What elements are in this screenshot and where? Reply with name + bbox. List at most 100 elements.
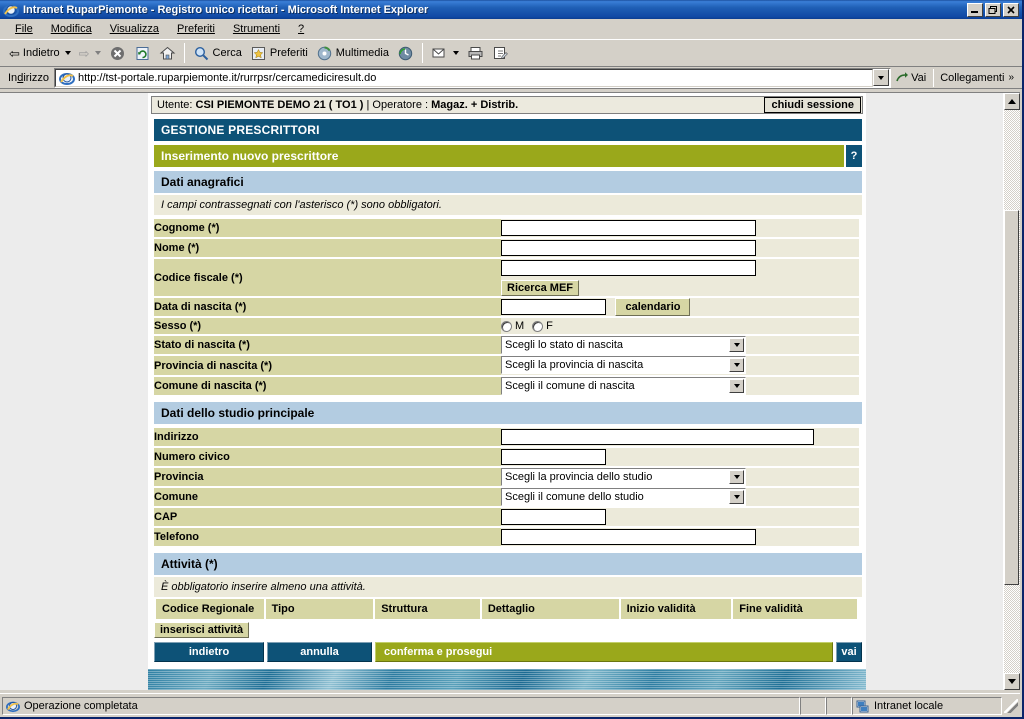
media-button[interactable]: Multimedia — [312, 43, 393, 64]
stop-button[interactable] — [105, 43, 130, 64]
browser-client-area: Utente: CSI PIEMONTE DEMO 21 ( TO1 ) | O… — [0, 92, 1020, 690]
print-icon — [467, 45, 484, 62]
ricerca-mef-button[interactable]: Ricerca MEF — [501, 280, 580, 296]
vai-button[interactable]: vai — [836, 642, 862, 663]
minimize-button[interactable] — [967, 2, 983, 17]
address-label: Indirizzo — [8, 71, 49, 84]
status-message: Operazione completata — [24, 699, 138, 712]
help-button[interactable]: ? — [846, 145, 862, 167]
menu-help-label: ? — [298, 22, 305, 35]
chevron-down-icon[interactable] — [729, 338, 744, 353]
cognome-input[interactable] — [501, 219, 756, 236]
page-vertical-scrollbar[interactable] — [1003, 93, 1020, 690]
session-separator: | — [366, 99, 370, 111]
menu-file[interactable]: File — [6, 21, 42, 37]
form-row-cognome: Cognome (*) — [154, 219, 859, 237]
annulla-button[interactable]: annulla — [267, 642, 372, 663]
media-button-label: Multimedia — [335, 47, 389, 59]
close-session-button[interactable]: chiudi sessione — [764, 97, 861, 113]
radio-sesso-f[interactable] — [532, 320, 544, 332]
address-input[interactable]: http://tst-portale.ruparpiemonte.it/rurr… — [54, 68, 874, 87]
anagrafici-note: I campi contrassegnati con l'asterisco (… — [154, 195, 862, 215]
search-button[interactable]: Cerca — [189, 43, 246, 64]
chevron-down-icon[interactable] — [729, 469, 744, 484]
label-nome: Nome (*) — [154, 239, 501, 257]
menu-preferiti[interactable]: Preferiti — [168, 21, 224, 37]
calendario-button[interactable]: calendario — [615, 298, 691, 316]
radio-sesso-m[interactable] — [501, 320, 512, 332]
close-button[interactable] — [1003, 2, 1019, 17]
value-telefono — [501, 528, 859, 547]
menu-visualizza[interactable]: Visualizza — [101, 21, 168, 37]
edit-button[interactable] — [488, 43, 513, 64]
value-sesso: M F — [501, 318, 859, 335]
label-comune-studio: Comune — [154, 488, 501, 507]
resize-grip[interactable] — [1004, 698, 1018, 713]
favorites-icon — [250, 45, 267, 62]
scroll-up-button[interactable] — [1004, 93, 1020, 110]
provincia-nascita-value: Scegli la provincia di nascita — [505, 359, 644, 372]
internet-explorer-icon — [3, 2, 19, 18]
history-button[interactable] — [393, 43, 418, 64]
col-fine-validita: Fine validità — [733, 599, 857, 620]
provincia-nascita-select[interactable]: Scegli la provincia di nascita — [501, 356, 746, 375]
back-button[interactable]: ⇦ Indietro — [5, 45, 75, 62]
provincia-studio-select[interactable]: Scegli la provincia dello studio — [501, 467, 746, 486]
links-button[interactable]: Collegamenti » — [934, 72, 1020, 84]
navigation-toolbar: ⇦ Indietro ⇨ Cerca Preferiti Multimedia — [0, 39, 1022, 67]
go-button[interactable]: Vai — [891, 71, 933, 85]
chevron-down-icon[interactable] — [729, 358, 744, 373]
address-dropdown-button[interactable] — [873, 69, 890, 86]
menu-help[interactable]: ? — [289, 21, 313, 37]
codice-fiscale-input[interactable] — [501, 259, 756, 276]
form-row-sesso: Sesso (*) M F — [154, 318, 859, 335]
scrollbar-thumb[interactable] — [1004, 210, 1019, 585]
anagrafici-header: Dati anagrafici — [154, 171, 862, 193]
comune-studio-value: Scegli il comune dello studio — [505, 491, 644, 504]
numero-civico-input[interactable] — [501, 448, 606, 465]
nome-input[interactable] — [501, 239, 756, 256]
inserisci-attivita-button[interactable]: inserisci attività — [154, 622, 250, 639]
value-cognome — [501, 219, 859, 237]
scroll-down-button[interactable] — [1004, 673, 1020, 690]
restore-button[interactable] — [985, 2, 1001, 17]
data-nascita-input[interactable] — [501, 299, 606, 315]
home-icon — [159, 45, 176, 62]
chevron-down-icon[interactable] — [729, 378, 744, 393]
scrollbar-track[interactable] — [1004, 110, 1020, 673]
indietro-button[interactable]: indietro — [154, 642, 264, 663]
telefono-input[interactable] — [501, 529, 756, 546]
status-pane-3 — [826, 696, 852, 715]
refresh-button[interactable] — [130, 43, 155, 64]
label-cognome: Cognome (*) — [154, 219, 501, 237]
mail-button[interactable] — [427, 43, 463, 64]
chevron-down-icon — [64, 51, 71, 55]
label-provincia-studio: Provincia — [154, 467, 501, 487]
value-comune-studio: Scegli il comune dello studio — [501, 488, 859, 507]
cap-input[interactable] — [501, 509, 606, 526]
chevron-down-icon[interactable] — [729, 490, 744, 505]
status-message-pane: Operazione completata — [2, 696, 800, 715]
refresh-icon — [134, 45, 151, 62]
triangle-up-icon — [1008, 99, 1016, 104]
favorites-button[interactable]: Preferiti — [246, 43, 312, 64]
forward-button[interactable]: ⇨ — [75, 45, 105, 62]
label-codice-fiscale: Codice fiscale (*) — [154, 259, 501, 296]
indirizzo-input[interactable] — [501, 428, 814, 445]
label-sesso: Sesso (*) — [154, 318, 501, 335]
stop-icon — [109, 45, 126, 62]
go-icon — [895, 71, 909, 85]
home-button[interactable] — [155, 43, 180, 64]
form-row-codice-fiscale: Codice fiscale (*) Ricerca MEF — [154, 259, 859, 296]
print-button[interactable] — [463, 43, 488, 64]
comune-nascita-select[interactable]: Scegli il comune di nascita — [501, 376, 746, 395]
comune-studio-select[interactable]: Scegli il comune dello studio — [501, 488, 746, 507]
status-bar: Operazione completata Intranet locale — [0, 693, 1020, 717]
col-codice-regionale: Codice Regionale — [156, 599, 264, 620]
menu-strumenti[interactable]: Strumenti — [224, 21, 289, 37]
form-row-comune-studio: Comune Scegli il comune dello studio — [154, 488, 859, 507]
menu-modifica[interactable]: Modifica — [42, 21, 101, 37]
window-controls — [967, 2, 1022, 17]
form-row-data-nascita: Data di nascita (*) calendario — [154, 298, 859, 317]
stato-nascita-select[interactable]: Scegli lo stato di nascita — [501, 336, 746, 355]
